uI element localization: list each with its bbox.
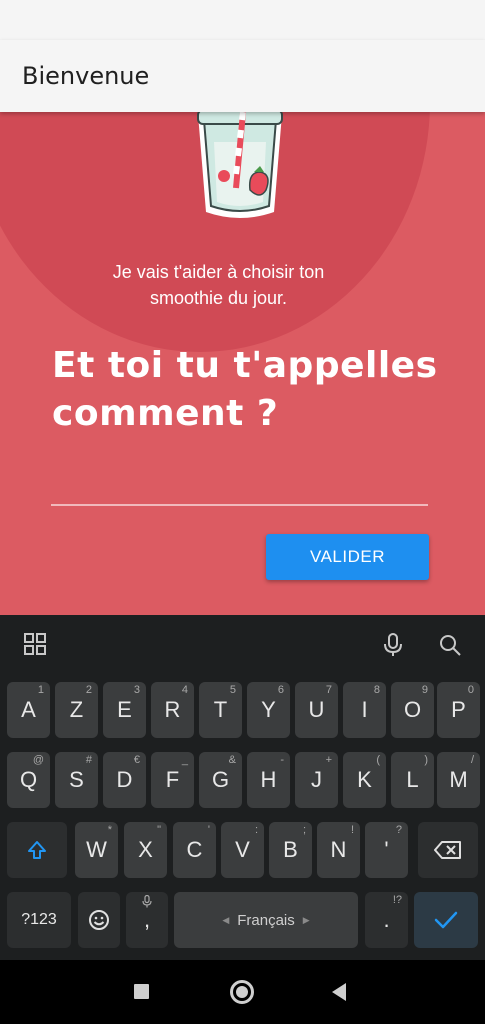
key-b[interactable]: B; [269, 822, 312, 878]
key-g[interactable]: G & [199, 752, 242, 808]
key-o[interactable]: O9 [391, 682, 434, 738]
soft-keyboard: A1 Z2 E3 R4 T5 Y6 U7 I8 O9 P0 Q @ S # D € F… [0, 615, 485, 960]
key-s[interactable]: S # [55, 752, 98, 808]
key-h[interactable]: H- [247, 752, 290, 808]
key-r[interactable]: R4 [151, 682, 194, 738]
intro-line-2: smoothie du jour. [149, 288, 288, 308]
emoji-key[interactable] [78, 892, 120, 948]
key-d[interactable]: D € [103, 752, 146, 808]
keyboard-toolbar [0, 615, 485, 675]
home-icon[interactable] [230, 980, 254, 1004]
validate-button[interactable]: VALIDER [266, 534, 429, 580]
recents-icon[interactable] [134, 984, 149, 999]
key-m[interactable]: M / [437, 752, 480, 808]
key-apostrophe[interactable]: '? [365, 822, 408, 878]
key-j[interactable]: J + [295, 752, 338, 808]
key-c[interactable]: C ' [173, 822, 216, 878]
backspace-key[interactable] [418, 822, 478, 878]
navigation-bar [0, 960, 485, 1024]
space-right-arrow-icon: ▶ [302, 914, 310, 925]
symbols-key[interactable]: ?123 [7, 892, 71, 948]
space-left-arrow-icon: ◀ [222, 914, 230, 925]
key-t[interactable]: T5 [199, 682, 242, 738]
key-z[interactable]: Z2 [55, 682, 98, 738]
key-x[interactable]: X " [124, 822, 167, 878]
key-e[interactable]: E3 [103, 682, 146, 738]
status-bar [0, 0, 485, 40]
key-y[interactable]: Y6 [247, 682, 290, 738]
key-q[interactable]: Q @ [7, 752, 50, 808]
key-l[interactable]: L) [391, 752, 434, 808]
name-input[interactable] [51, 460, 428, 506]
intro-line-1: Je vais t'aider à choisir ton [112, 262, 325, 282]
checkmark-icon [434, 911, 458, 929]
period-key[interactable]: .!? [365, 892, 408, 948]
enter-key[interactable] [414, 892, 478, 948]
smoothie-cup-illustration [197, 112, 283, 218]
microphone-icon[interactable] [383, 633, 403, 657]
question-line-1: Et toi tu t'appelles [52, 345, 438, 386]
comma-key[interactable]: , [126, 892, 168, 948]
key-n[interactable]: N! [317, 822, 360, 878]
key-u[interactable]: U7 [295, 682, 338, 738]
key-i[interactable]: I8 [343, 682, 386, 738]
key-a[interactable]: A1 [7, 682, 50, 738]
shift-arrow-icon [28, 841, 46, 859]
key-v[interactable]: V: [221, 822, 264, 878]
welcome-screen: Je vais t'aider à choisir ton smoothie d… [0, 112, 485, 615]
app-bar: Bienvenue [0, 40, 485, 112]
voice-hint-icon [142, 895, 152, 908]
shift-key[interactable] [7, 822, 67, 878]
apps-grid-icon[interactable] [24, 633, 46, 655]
search-icon[interactable] [438, 633, 462, 657]
backspace-icon [434, 841, 461, 859]
intro-text: Je vais t'aider à choisir ton smoothie d… [0, 259, 437, 311]
app-title: Bienvenue [22, 62, 150, 90]
key-p[interactable]: P0 [437, 682, 480, 738]
question-line-2: comment ? [52, 393, 279, 434]
space-bar[interactable]: ◀ Français ▶ [174, 892, 358, 948]
key-k[interactable]: K( [343, 752, 386, 808]
emoji-icon [89, 910, 109, 930]
back-icon[interactable] [332, 983, 346, 1001]
key-w[interactable]: W * [75, 822, 118, 878]
key-f[interactable]: F _ [151, 752, 194, 808]
name-question: Et toi tu t'appelles comment ? [52, 342, 452, 438]
